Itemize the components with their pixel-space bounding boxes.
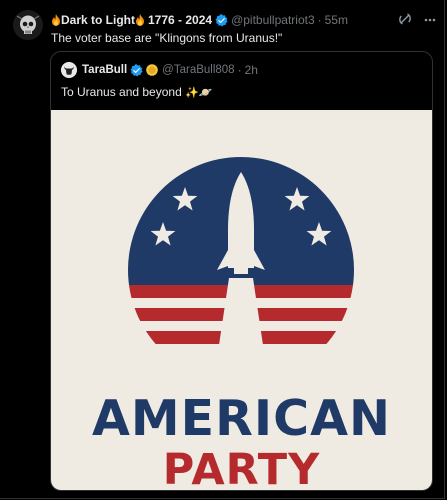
post-header: Dark to Light 1776 - 2024 @pitbullpatrio… [51, 12, 348, 28]
post[interactable]: Dark to Light 1776 - 2024 @pitbullpatrio… [0, 0, 445, 499]
display-name-years[interactable]: 1776 - 2024 [148, 13, 212, 27]
verified-badge-icon [215, 13, 228, 26]
grok-icon[interactable] [398, 12, 412, 26]
logo-text-american: AMERICAN [91, 390, 391, 447]
bull-avatar-icon [61, 62, 77, 78]
logo-text-party: PARTY [162, 445, 321, 490]
skull-avatar-icon [13, 10, 43, 40]
quote-display-name[interactable]: TaraBull [82, 64, 127, 76]
more-icon[interactable] [423, 13, 437, 27]
quote-text: To Uranus and beyond ✨🪐 [61, 85, 213, 99]
separator: · [317, 13, 322, 27]
quote-avatar[interactable] [61, 62, 77, 78]
gold-badge-icon [146, 64, 158, 76]
fire-icon [52, 14, 60, 26]
separator: · [237, 63, 242, 77]
sparkles-planet-emoji: ✨🪐 [185, 87, 213, 99]
quoted-post[interactable]: TaraBull @TaraBull808 · 2h To Uranus and… [50, 51, 433, 491]
fire-icon [136, 14, 144, 26]
post-text: The voter base are "Klingons from Uranus… [51, 31, 283, 45]
handle[interactable]: @pitbullpatriot3 [231, 13, 315, 27]
quote-handle[interactable]: @TaraBull808 [162, 64, 234, 76]
quote-image[interactable]: AMERICAN PARTY [51, 110, 432, 490]
quote-text-body: To Uranus and beyond [61, 85, 182, 99]
display-name[interactable]: Dark to Light [61, 13, 135, 27]
quote-timestamp[interactable]: 2h [245, 63, 258, 77]
verified-badge-icon [130, 63, 143, 76]
avatar[interactable] [13, 10, 43, 40]
quote-header: TaraBull @TaraBull808 · 2h [82, 63, 258, 77]
timestamp[interactable]: 55m [325, 13, 348, 27]
